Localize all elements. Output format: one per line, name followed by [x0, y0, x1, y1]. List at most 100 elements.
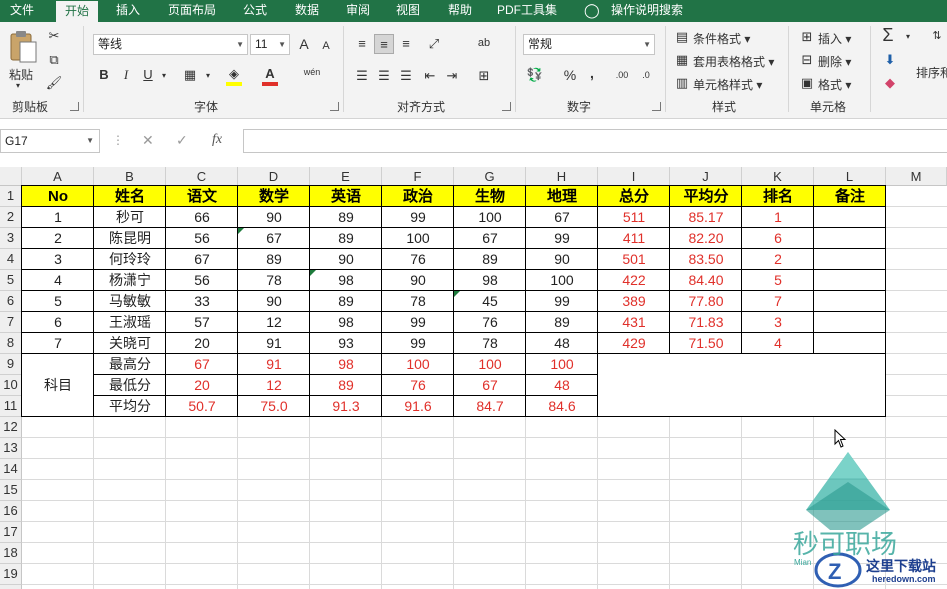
stat-value-cell[interactable]: 91.3 [310, 396, 382, 417]
stat-value-cell[interactable]: 76 [382, 375, 454, 396]
average-cell[interactable]: 83.50 [670, 249, 742, 270]
row-header[interactable]: 6 [0, 291, 22, 312]
row-header[interactable]: 4 [0, 249, 22, 270]
score-cell[interactable]: 76 [454, 312, 526, 333]
no-cell[interactable]: 6 [22, 312, 94, 333]
alignment-launcher-icon[interactable] [502, 102, 511, 111]
score-cell[interactable]: 66 [166, 207, 238, 228]
italic-button[interactable]: I [116, 65, 136, 85]
select-all-corner[interactable] [0, 167, 22, 186]
merge-center-icon[interactable]: ⊞ [474, 66, 494, 86]
score-cell[interactable]: 67 [526, 207, 598, 228]
clipboard-launcher-icon[interactable] [70, 102, 79, 111]
score-cell[interactable]: 98 [454, 270, 526, 291]
stat-value-cell[interactable]: 75.0 [238, 396, 310, 417]
align-left-icon[interactable]: ☰ [352, 66, 372, 86]
format-cells-button[interactable]: 格式 ▾ [818, 76, 851, 93]
fill-icon[interactable]: ⬇ [880, 50, 900, 70]
column-header[interactable]: J [670, 167, 742, 186]
tab-help[interactable]: 帮助 [448, 0, 472, 22]
insert-cells-button[interactable]: 插入 ▾ [818, 30, 851, 47]
conditional-format-button[interactable]: 条件格式 ▾ [693, 30, 750, 47]
align-middle-icon[interactable]: ≡ [374, 34, 394, 54]
number-format-dropdown[interactable]: 常规 ▼ [523, 34, 655, 55]
no-cell[interactable]: 5 [22, 291, 94, 312]
header-cell[interactable]: 排名 [742, 186, 814, 207]
column-header[interactable]: K [742, 167, 814, 186]
stat-value-cell[interactable]: 67 [454, 375, 526, 396]
average-cell[interactable]: 71.83 [670, 312, 742, 333]
score-cell[interactable]: 93 [310, 333, 382, 354]
bold-button[interactable]: B [94, 65, 114, 85]
score-cell[interactable]: 100 [382, 228, 454, 249]
autosum-icon[interactable]: Σ [878, 25, 898, 45]
header-cell[interactable]: 总分 [598, 186, 670, 207]
average-cell[interactable]: 82.20 [670, 228, 742, 249]
row-header[interactable]: 14 [0, 459, 22, 480]
fill-color-icon[interactable]: ◈ [224, 64, 244, 84]
stat-value-cell[interactable]: 84.6 [526, 396, 598, 417]
rank-cell[interactable]: 2 [742, 249, 814, 270]
stat-value-cell[interactable]: 12 [238, 375, 310, 396]
row-header[interactable]: 1 [0, 186, 22, 207]
no-cell[interactable]: 3 [22, 249, 94, 270]
score-cell[interactable]: 78 [454, 333, 526, 354]
score-cell[interactable]: 89 [310, 291, 382, 312]
average-cell[interactable]: 84.40 [670, 270, 742, 291]
score-cell[interactable]: 33 [166, 291, 238, 312]
column-header[interactable]: L [814, 167, 886, 186]
average-cell[interactable]: 85.17 [670, 207, 742, 228]
total-cell[interactable]: 501 [598, 249, 670, 270]
total-cell[interactable]: 389 [598, 291, 670, 312]
column-header[interactable]: E [310, 167, 382, 186]
sort-filter-button[interactable]: 排序和 [916, 64, 947, 81]
stat-value-cell[interactable]: 84.7 [454, 396, 526, 417]
font-size-dropdown[interactable]: 11 ▼ [250, 34, 290, 55]
score-cell[interactable]: 78 [382, 291, 454, 312]
header-cell[interactable]: 地理 [526, 186, 598, 207]
score-cell[interactable]: 89 [238, 249, 310, 270]
borders-icon[interactable]: ▦ [180, 65, 200, 85]
stat-value-cell[interactable]: 100 [526, 354, 598, 375]
sort-filter-icon[interactable]: ⇅ [927, 26, 947, 46]
format-as-table-button[interactable]: 套用表格格式 ▾ [693, 53, 774, 70]
tell-me-search[interactable]: 操作说明搜索 [611, 0, 683, 22]
rank-cell[interactable]: 6 [742, 228, 814, 249]
score-cell[interactable]: 90 [382, 270, 454, 291]
merged-blank-area[interactable] [598, 354, 886, 417]
decrease-decimal-icon[interactable]: .0 [636, 65, 656, 85]
tab-data[interactable]: 数据 [295, 0, 319, 22]
score-cell[interactable]: 67 [238, 228, 310, 249]
note-cell[interactable] [814, 228, 886, 249]
row-header[interactable]: 7 [0, 312, 22, 333]
row-header[interactable]: 17 [0, 522, 22, 543]
score-cell[interactable]: 90 [238, 207, 310, 228]
copy-icon[interactable]: ⧉ [44, 50, 64, 70]
total-cell[interactable]: 422 [598, 270, 670, 291]
stat-value-cell[interactable]: 100 [382, 354, 454, 375]
row-header[interactable]: 16 [0, 501, 22, 522]
row-header[interactable]: 10 [0, 375, 22, 396]
score-cell[interactable]: 20 [166, 333, 238, 354]
borders-dropdown-icon[interactable]: ▾ [198, 66, 218, 86]
score-cell[interactable]: 76 [382, 249, 454, 270]
row-header[interactable]: 5 [0, 270, 22, 291]
score-cell[interactable]: 45 [454, 291, 526, 312]
row-header[interactable]: 8 [0, 333, 22, 354]
score-cell[interactable]: 99 [382, 312, 454, 333]
name-cell[interactable]: 王淑瑶 [94, 312, 166, 333]
font-launcher-icon[interactable] [330, 102, 339, 111]
format-painter-icon[interactable]: 🖌 [44, 73, 64, 93]
stat-value-cell[interactable]: 98 [310, 354, 382, 375]
paste-dropdown-icon[interactable]: ▾ [16, 81, 20, 90]
tab-pdf-tools[interactable]: PDF工具集 [497, 0, 557, 22]
no-cell[interactable]: 1 [22, 207, 94, 228]
column-header[interactable]: C [166, 167, 238, 186]
note-cell[interactable] [814, 312, 886, 333]
row-header[interactable]: 15 [0, 480, 22, 501]
header-cell[interactable]: 语文 [166, 186, 238, 207]
paste-icon[interactable] [8, 30, 38, 64]
tab-insert[interactable]: 插入 [116, 0, 140, 22]
stat-value-cell[interactable]: 91 [238, 354, 310, 375]
total-cell[interactable]: 411 [598, 228, 670, 249]
